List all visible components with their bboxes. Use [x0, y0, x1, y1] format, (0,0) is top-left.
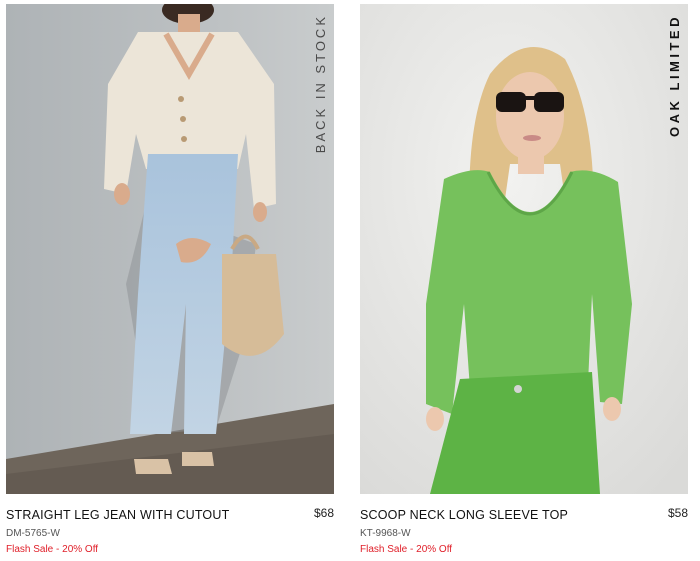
badge-oak-limited: OAK LIMITED	[667, 14, 682, 137]
product-price: $58	[667, 506, 688, 520]
product-sku: DM-5765-W	[6, 528, 60, 539]
badge-back-in-stock: BACK IN STOCK	[313, 14, 328, 154]
sale-label: Flash Sale - 20% Off	[360, 544, 453, 555]
product-card-top[interactable]: OAK LIMITED SCOOP NECK LONG SLEEVE TOP $…	[360, 0, 688, 561]
product-card-jean[interactable]: BACK IN STOCK STRAIGHT LEG JEAN WITH CUT…	[6, 0, 334, 561]
product-title[interactable]: SCOOP NECK LONG SLEEVE TOP	[360, 508, 568, 522]
product-title[interactable]: STRAIGHT LEG JEAN WITH CUTOUT	[6, 508, 229, 522]
product-image-top[interactable]: OAK LIMITED	[360, 4, 688, 494]
product-sku: KT-9968-W	[360, 528, 411, 539]
product-price: $68	[313, 506, 334, 520]
product-grid: BACK IN STOCK STRAIGHT LEG JEAN WITH CUT…	[0, 0, 700, 561]
product-image-jean[interactable]: BACK IN STOCK	[6, 4, 334, 494]
sale-label: Flash Sale - 20% Off	[6, 544, 99, 555]
